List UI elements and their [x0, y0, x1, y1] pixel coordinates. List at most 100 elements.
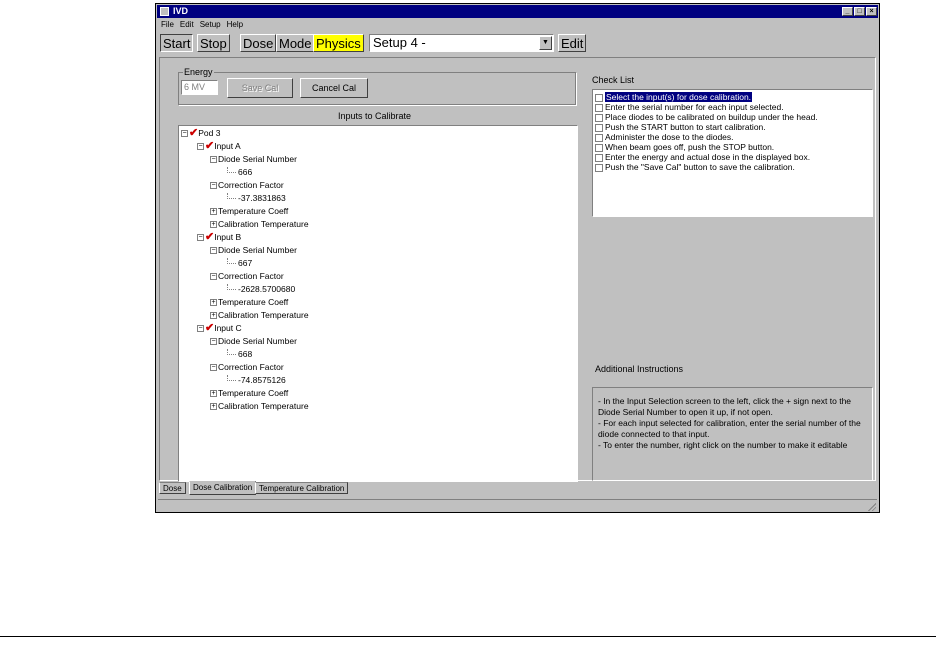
checklist-item-label: Administer the dose to the diodes. — [605, 132, 734, 142]
tree-serial-value[interactable]: 667 — [227, 258, 252, 269]
collapse-icon[interactable]: − — [197, 325, 204, 333]
tree-temp-node[interactable]: + Temperature Coeff — [210, 297, 288, 308]
menu-setup[interactable]: Setup — [197, 19, 224, 31]
maximize-icon[interactable]: □ — [854, 7, 865, 16]
menu-bar: File Edit Setup Help — [158, 19, 246, 31]
tree-cf-label: Correction Factor — [218, 180, 284, 190]
checklist-item-label: Place diodes to be calibrated on buildup… — [605, 112, 818, 122]
collapse-icon[interactable]: − — [197, 143, 204, 151]
check-icon: ✔ — [205, 231, 215, 243]
checklist-item[interactable]: Push the "Save Cal" button to save the c… — [595, 162, 795, 172]
checklist-item[interactable]: Enter the energy and actual dose in the … — [595, 152, 810, 162]
mode-button[interactable]: Mode — [276, 34, 315, 52]
cancel-cal-button[interactable]: Cancel Cal — [300, 78, 368, 98]
expand-icon[interactable]: + — [210, 299, 217, 307]
tab-dose[interactable]: Dose — [159, 482, 186, 494]
tree-serial-label: Diode Serial Number — [218, 154, 297, 164]
checklist-item[interactable]: Push the START button to start calibrati… — [595, 122, 766, 132]
tree-serial-label: Diode Serial Number — [218, 336, 297, 346]
tree-cf-value[interactable]: -37.3831863 — [227, 193, 286, 204]
tree-caltemp-node[interactable]: + Calibration Temperature — [210, 310, 309, 321]
instructions-box: - In the Input Selection screen to the l… — [592, 387, 873, 481]
checkbox[interactable] — [595, 133, 603, 142]
physics-button[interactable]: Physics — [313, 34, 364, 52]
tree-serial-node[interactable]: − Diode Serial Number — [210, 154, 297, 165]
checklist-item-label: Push the "Save Cal" button to save the c… — [605, 162, 795, 172]
tree-pod[interactable]: − ✔Pod 3 — [181, 128, 220, 139]
energy-input[interactable]: 6 MV — [181, 80, 218, 95]
tree-serial-value[interactable]: 668 — [227, 349, 252, 360]
edit-button[interactable]: Edit — [558, 34, 587, 52]
checklist-item-label: Enter the serial number for each input s… — [605, 102, 784, 112]
expand-icon[interactable]: + — [210, 208, 217, 216]
tree-caltemp-node[interactable]: + Calibration Temperature — [210, 401, 309, 412]
checklist-item[interactable]: Place diodes to be calibrated on buildup… — [595, 112, 818, 122]
tree-line — [227, 284, 236, 290]
checkbox[interactable] — [595, 143, 603, 152]
checkbox[interactable] — [595, 93, 603, 102]
tree-caltemp-node[interactable]: + Calibration Temperature — [210, 219, 309, 230]
page-divider — [0, 636, 936, 637]
chevron-down-icon[interactable]: ▼ — [539, 36, 552, 50]
stop-button[interactable]: Stop — [197, 34, 230, 52]
tree-input[interactable]: − ✔Input A — [197, 141, 241, 152]
tree-cf-node[interactable]: − Correction Factor — [210, 180, 284, 191]
collapse-icon[interactable]: − — [210, 364, 217, 372]
setup-select[interactable]: Setup 4 - ▼ — [369, 34, 554, 52]
save-cal-button[interactable]: Save Cal — [227, 78, 293, 98]
checkbox[interactable] — [595, 103, 603, 112]
tree-input[interactable]: − ✔Input B — [197, 232, 241, 243]
menu-help[interactable]: Help — [224, 19, 246, 31]
collapse-icon[interactable]: − — [210, 156, 217, 164]
tree-cf-node[interactable]: − Correction Factor — [210, 271, 284, 282]
serial-value: 667 — [238, 258, 253, 268]
checkbox[interactable] — [595, 163, 603, 172]
tree-temp-node[interactable]: + Temperature Coeff — [210, 388, 288, 399]
tree-line — [227, 167, 236, 173]
tree-serial-node[interactable]: − Diode Serial Number — [210, 336, 297, 347]
inputs-tree[interactable]: − ✔Pod 3 − ✔Input A − Diode Serial Number 6… — [178, 125, 578, 482]
collapse-icon[interactable]: − — [197, 234, 204, 242]
expand-icon[interactable]: + — [210, 403, 217, 411]
checklist-item[interactable]: Select the input(s) for dose calibration… — [595, 92, 753, 102]
tree-line — [227, 375, 236, 381]
tree-temp-label: Temperature Coeff — [218, 388, 289, 398]
collapse-icon[interactable]: − — [210, 273, 217, 281]
tree-input[interactable]: − ✔Input C — [197, 323, 242, 334]
tree-cf-value[interactable]: -74.8575126 — [227, 375, 286, 386]
menu-file[interactable]: File — [158, 19, 177, 31]
expand-icon[interactable]: + — [210, 390, 217, 398]
checkbox[interactable] — [595, 153, 603, 162]
expand-icon[interactable]: + — [210, 221, 217, 229]
tab-dose-calibration[interactable]: Dose Calibration — [189, 481, 257, 495]
expand-icon[interactable]: + — [210, 312, 217, 320]
minimize-icon[interactable]: _ — [842, 7, 853, 16]
tree-temp-node[interactable]: + Temperature Coeff — [210, 206, 288, 217]
start-button[interactable]: Start — [160, 34, 194, 52]
title-bar[interactable]: IVD _ □ × — [157, 5, 878, 18]
collapse-icon[interactable]: − — [210, 247, 217, 255]
cf-value: -37.3831863 — [238, 193, 286, 203]
checklist-item[interactable]: Enter the serial number for each input s… — [595, 102, 784, 112]
close-icon[interactable]: × — [866, 7, 877, 16]
collapse-icon[interactable]: − — [210, 182, 217, 190]
checklist-item-label: Enter the energy and actual dose in the … — [605, 152, 811, 162]
tree-input-label: Input C — [214, 323, 242, 333]
tab-temperature-calibration[interactable]: Temperature Calibration — [255, 482, 349, 494]
tree-serial-value[interactable]: 666 — [227, 167, 252, 178]
tree-serial-node[interactable]: − Diode Serial Number — [210, 245, 297, 256]
tree-temp-label: Temperature Coeff — [218, 206, 289, 216]
collapse-icon[interactable]: − — [210, 338, 217, 346]
checklist-item-label: Push the START button to start calibrati… — [605, 122, 766, 132]
checklist-item[interactable]: When beam goes off, push the STOP button… — [595, 142, 774, 152]
resize-grip-icon[interactable] — [867, 502, 876, 511]
checkbox[interactable] — [595, 123, 603, 132]
tree-cf-node[interactable]: − Correction Factor — [210, 362, 284, 373]
tree-cf-value[interactable]: -2628.5700680 — [227, 284, 295, 295]
checklist[interactable]: Select the input(s) for dose calibration… — [592, 89, 873, 217]
collapse-icon[interactable]: − — [181, 130, 188, 138]
checkbox[interactable] — [595, 113, 603, 122]
menu-edit[interactable]: Edit — [177, 19, 197, 31]
checklist-item[interactable]: Administer the dose to the diodes. — [595, 132, 734, 142]
dose-button[interactable]: Dose — [240, 34, 277, 52]
